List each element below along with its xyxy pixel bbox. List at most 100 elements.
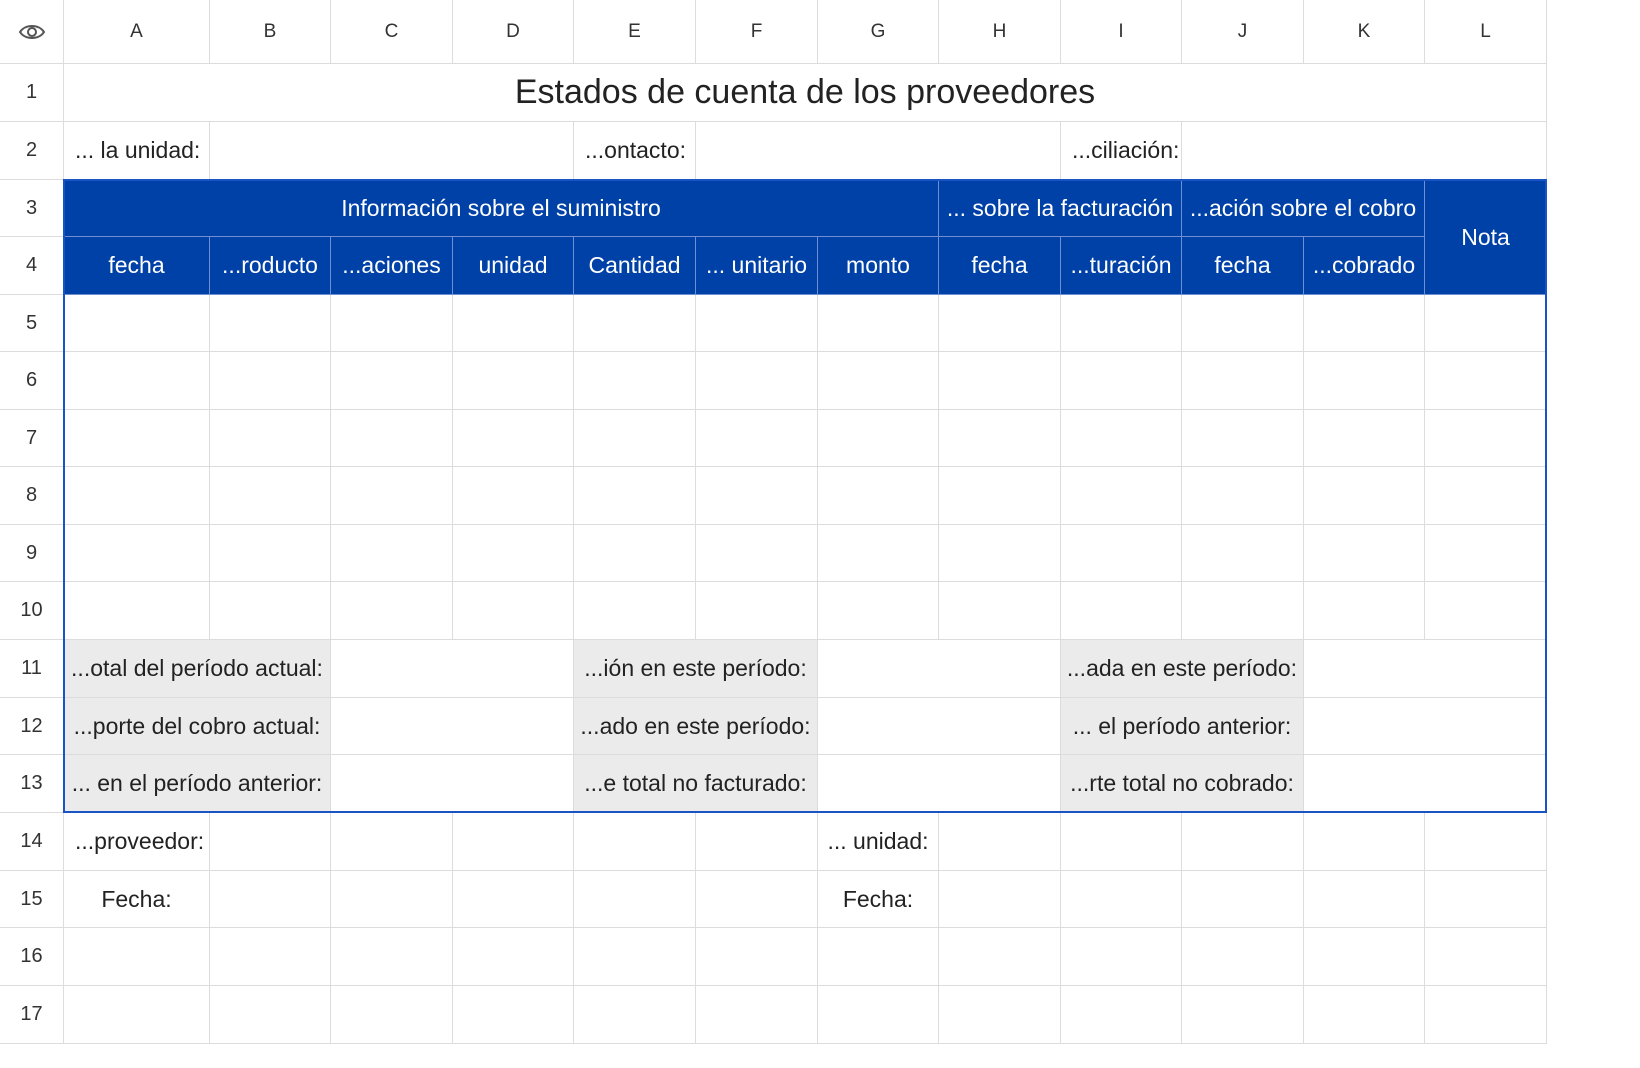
cell-j16[interactable]	[1182, 928, 1304, 986]
data-cell-j9[interactable]	[1182, 525, 1304, 582]
summary-value-c13[interactable]	[331, 755, 574, 813]
subheader-g[interactable]: monto	[818, 237, 939, 295]
row-header-7[interactable]: 7	[0, 410, 64, 467]
summary-value-k12[interactable]	[1304, 698, 1547, 755]
cell-j17[interactable]	[1182, 986, 1304, 1044]
subheader-k[interactable]: ...cobrado	[1304, 237, 1425, 295]
row-header-5[interactable]: 5	[0, 295, 64, 352]
column-header-e[interactable]: E	[574, 0, 696, 64]
cell-k16[interactable]	[1304, 928, 1425, 986]
row-header-6[interactable]: 6	[0, 352, 64, 410]
supplier-signature-label[interactable]: ...proveedor:	[64, 813, 210, 871]
data-cell-i8[interactable]	[1061, 467, 1182, 525]
cell-l15[interactable]	[1425, 871, 1547, 928]
data-cell-j10[interactable]	[1182, 582, 1304, 640]
cell-d15[interactable]	[453, 871, 574, 928]
cell-l16[interactable]	[1425, 928, 1547, 986]
contact-label[interactable]: ...ontacto:	[574, 122, 696, 180]
subheader-f[interactable]: ... unitario	[696, 237, 818, 295]
data-cell-c10[interactable]	[331, 582, 453, 640]
data-cell-h5[interactable]	[939, 295, 1061, 352]
cell-k14[interactable]	[1304, 813, 1425, 871]
row-header-17[interactable]: 17	[0, 986, 64, 1044]
cell-f15[interactable]	[696, 871, 818, 928]
cell-k17[interactable]	[1304, 986, 1425, 1044]
data-cell-l7[interactable]	[1425, 410, 1547, 467]
data-cell-c9[interactable]	[331, 525, 453, 582]
data-cell-b9[interactable]	[210, 525, 331, 582]
column-header-l[interactable]: L	[1425, 0, 1547, 64]
data-cell-c5[interactable]	[331, 295, 453, 352]
data-cell-c7[interactable]	[331, 410, 453, 467]
data-cell-j6[interactable]	[1182, 352, 1304, 410]
data-cell-a10[interactable]	[64, 582, 210, 640]
row-header-16[interactable]: 16	[0, 928, 64, 986]
row-header-10[interactable]: 10	[0, 582, 64, 640]
data-cell-k6[interactable]	[1304, 352, 1425, 410]
data-cell-d9[interactable]	[453, 525, 574, 582]
data-cell-j7[interactable]	[1182, 410, 1304, 467]
data-cell-e5[interactable]	[574, 295, 696, 352]
cell-h17[interactable]	[939, 986, 1061, 1044]
summary-label-e13[interactable]: ...e total no facturado:	[574, 755, 818, 813]
data-cell-c8[interactable]	[331, 467, 453, 525]
summary-label-a11[interactable]: ...otal del período actual:	[64, 640, 331, 698]
reconciliation-label[interactable]: ...ciliación:	[1061, 122, 1182, 180]
eye-icon[interactable]	[18, 22, 46, 42]
data-cell-f9[interactable]	[696, 525, 818, 582]
contact-value-cell[interactable]	[696, 122, 1061, 180]
billing-info-header[interactable]: ... sobre la facturación	[939, 180, 1182, 237]
data-cell-g5[interactable]	[818, 295, 939, 352]
cell-i17[interactable]	[1061, 986, 1182, 1044]
data-cell-k8[interactable]	[1304, 467, 1425, 525]
sheet-title[interactable]: Estados de cuenta de los proveedores	[64, 64, 1547, 122]
summary-value-k11[interactable]	[1304, 640, 1547, 698]
cell-e14[interactable]	[574, 813, 696, 871]
cell-e17[interactable]	[574, 986, 696, 1044]
row-header-12[interactable]: 12	[0, 698, 64, 755]
cell-f16[interactable]	[696, 928, 818, 986]
cell-h14[interactable]	[939, 813, 1061, 871]
data-cell-b10[interactable]	[210, 582, 331, 640]
cell-i15[interactable]	[1061, 871, 1182, 928]
column-header-b[interactable]: B	[210, 0, 331, 64]
summary-label-i13[interactable]: ...rte total no cobrado:	[1061, 755, 1304, 813]
unit-date-label[interactable]: Fecha:	[818, 871, 939, 928]
summary-label-a13[interactable]: ... en el período anterior:	[64, 755, 331, 813]
subheader-a[interactable]: fecha	[64, 237, 210, 295]
data-cell-k5[interactable]	[1304, 295, 1425, 352]
data-cell-k9[interactable]	[1304, 525, 1425, 582]
supplier-date-label[interactable]: Fecha:	[64, 871, 210, 928]
row-header-4[interactable]: 4	[0, 237, 64, 295]
summary-label-a12[interactable]: ...porte del cobro actual:	[64, 698, 331, 755]
data-cell-j5[interactable]	[1182, 295, 1304, 352]
cell-h15[interactable]	[939, 871, 1061, 928]
data-cell-l5[interactable]	[1425, 295, 1547, 352]
data-cell-a8[interactable]	[64, 467, 210, 525]
data-cell-h7[interactable]	[939, 410, 1061, 467]
cell-e16[interactable]	[574, 928, 696, 986]
data-cell-g7[interactable]	[818, 410, 939, 467]
subheader-d[interactable]: unidad	[453, 237, 574, 295]
data-cell-g10[interactable]	[818, 582, 939, 640]
summary-value-g11[interactable]	[818, 640, 1061, 698]
data-cell-k7[interactable]	[1304, 410, 1425, 467]
data-cell-d6[interactable]	[453, 352, 574, 410]
cell-j15[interactable]	[1182, 871, 1304, 928]
cell-i16[interactable]	[1061, 928, 1182, 986]
note-header[interactable]: Nota	[1425, 180, 1547, 295]
data-cell-d8[interactable]	[453, 467, 574, 525]
data-cell-k10[interactable]	[1304, 582, 1425, 640]
row-header-9[interactable]: 9	[0, 525, 64, 582]
column-header-c[interactable]: C	[331, 0, 453, 64]
data-cell-i6[interactable]	[1061, 352, 1182, 410]
unit-name-label[interactable]: ... la unidad:	[64, 122, 210, 180]
cell-f17[interactable]	[696, 986, 818, 1044]
data-cell-a6[interactable]	[64, 352, 210, 410]
summary-label-e12[interactable]: ...ado en este período:	[574, 698, 818, 755]
cell-i14[interactable]	[1061, 813, 1182, 871]
row-header-3[interactable]: 3	[0, 180, 64, 237]
unit-signature-label[interactable]: ... unidad:	[818, 813, 939, 871]
row-header-1[interactable]: 1	[0, 64, 64, 122]
data-cell-e9[interactable]	[574, 525, 696, 582]
